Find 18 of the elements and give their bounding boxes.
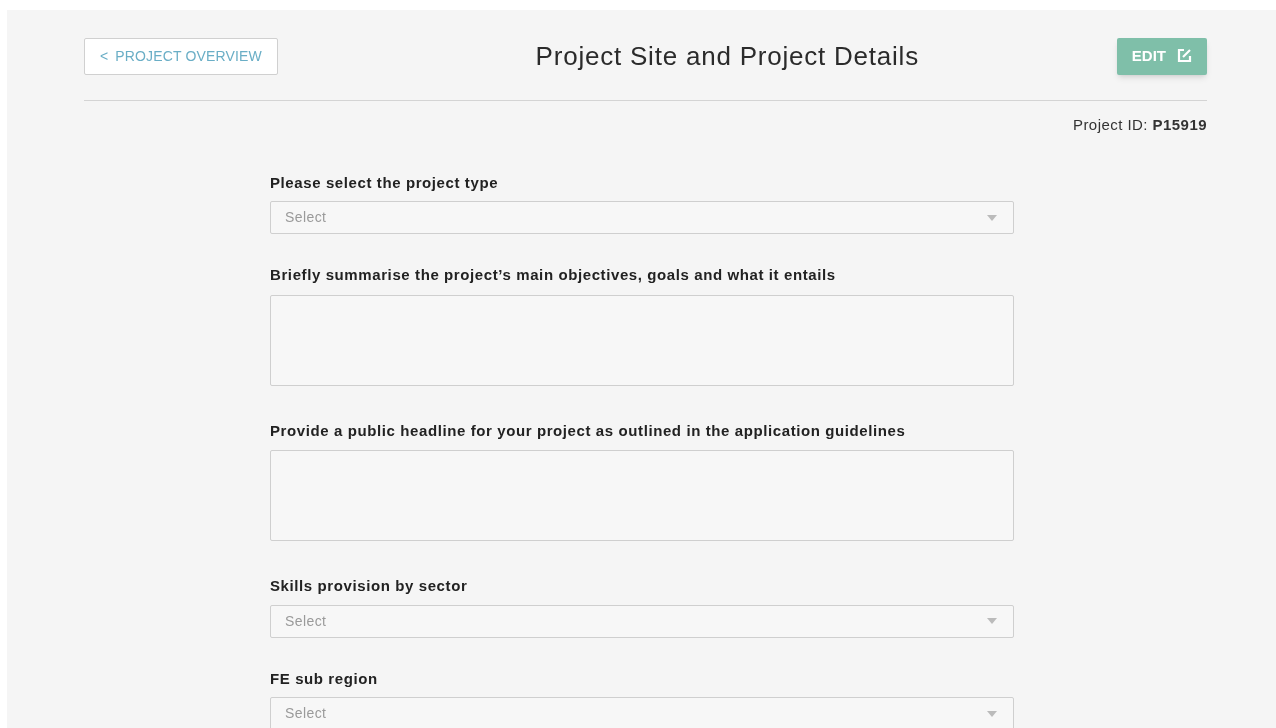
field-label: Provide a public headline for your project as outlined in the application guidelines (270, 420, 907, 441)
field-label: FE sub region (270, 668, 379, 689)
caret-down-icon (987, 214, 997, 221)
edit-button[interactable]: EDIT (1116, 37, 1207, 75)
project-id: Project ID: P15919 (1072, 115, 1207, 135)
edit-icon (1176, 48, 1192, 64)
text-area[interactable] (270, 294, 1014, 386)
caret-down-icon (987, 710, 997, 717)
caret-down-icon (987, 618, 997, 624)
field-label: Skills provision by sector (270, 576, 469, 596)
select-field[interactable]: Select (270, 604, 1014, 638)
field-label: Briefly summarise the project’s main objectives, goals and what it entails (270, 265, 837, 285)
select-field[interactable]: Select (270, 697, 1014, 728)
text-area[interactable] (270, 450, 1014, 541)
select-field[interactable]: Select (270, 201, 1014, 234)
field-label: Please select the project type (270, 172, 500, 193)
back-button[interactable]: < PROJECT OVERVIEW (84, 37, 278, 75)
page-title: Project Site and Project Details (535, 39, 919, 73)
